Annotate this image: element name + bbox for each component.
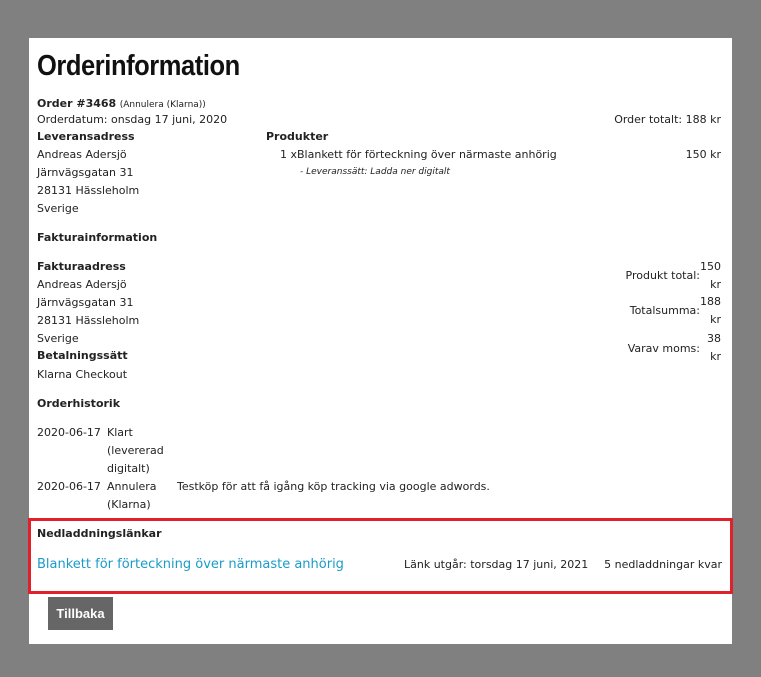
vat-value-number: 38 (707, 332, 721, 345)
invoice-line: Andreas Adersjö (37, 278, 127, 291)
page-title: Orderinformation (37, 50, 240, 82)
delivery-heading: Leveransadress (37, 130, 135, 143)
invoice-line: Sverige (37, 332, 79, 345)
downloads-section: Nedladdningslänkar Blankett för förteckn… (28, 518, 733, 594)
delivery-line: Järnvägsgatan 31 (37, 166, 134, 179)
invoice-heading: Fakturainformation (37, 231, 158, 244)
sum-label: Totalsumma: (629, 304, 700, 317)
invoice-address-heading: Fakturaadress (37, 260, 126, 273)
history-status: Annulera (107, 480, 157, 493)
downloads-remaining: 5 nedladdningar kvar (604, 558, 722, 571)
product-delivery-note: - Leveranssätt: Ladda ner digitalt (300, 167, 450, 177)
history-status: (levererad (107, 444, 164, 457)
product-price: 150 kr (685, 148, 721, 161)
delivery-line: Andreas Adersjö (37, 148, 127, 161)
download-link[interactable]: Blankett för förteckning över närmaste a… (37, 556, 344, 574)
history-date: 2020-06-17 (37, 480, 101, 493)
payment-heading: Betalningssätt (37, 349, 128, 362)
product-line: 1 xBlankett för förteckning över närmast… (280, 146, 557, 164)
history-heading: Orderhistorik (37, 397, 121, 410)
product-total-value-unit: kr (710, 278, 721, 291)
history-date: 2020-06-17 (37, 426, 101, 439)
delivery-line: Sverige (37, 202, 79, 215)
sum-value-unit: kr (710, 313, 721, 326)
invoice-line: Järnvägsgatan 31 (37, 296, 134, 309)
product-qty: 1 x (280, 148, 298, 161)
history-comment: Testköp för att få igång köp tracking vi… (177, 480, 490, 493)
product-name: Blankett för förteckning över närmaste a… (297, 148, 557, 161)
order-number-label: Order #3468 (37, 97, 117, 110)
order-total: Order totalt: 188 kr (614, 113, 721, 126)
downloads-heading: Nedladdningslänkar (37, 527, 162, 540)
invoice-line: 28131 Hässleholm (37, 314, 140, 327)
vat-label: Varav moms: (627, 342, 700, 355)
product-total-value-number: 150 (700, 260, 721, 273)
sum-value-number: 188 (700, 295, 721, 308)
order-date: Orderdatum: onsdag 17 juni, 2020 (37, 113, 228, 126)
order-page: Orderinformation Order #3468 (Annulera (… (28, 38, 733, 644)
history-status: (Klarna) (107, 498, 151, 511)
history-status: digitalt) (107, 462, 150, 475)
history-status: Klart (107, 426, 133, 439)
download-expires: Länk utgår: torsdag 17 juni, 2021 (404, 558, 589, 571)
vat-value-unit: kr (710, 350, 721, 363)
delivery-line: 28131 Hässleholm (37, 184, 140, 197)
payment-method: Klarna Checkout (37, 368, 128, 381)
products-heading: Produkter (266, 130, 329, 143)
product-total-label: Produkt total: (625, 269, 700, 282)
order-status-note: (Annulera (Klarna)) (119, 100, 206, 110)
back-button[interactable]: Tillbaka (48, 597, 113, 630)
